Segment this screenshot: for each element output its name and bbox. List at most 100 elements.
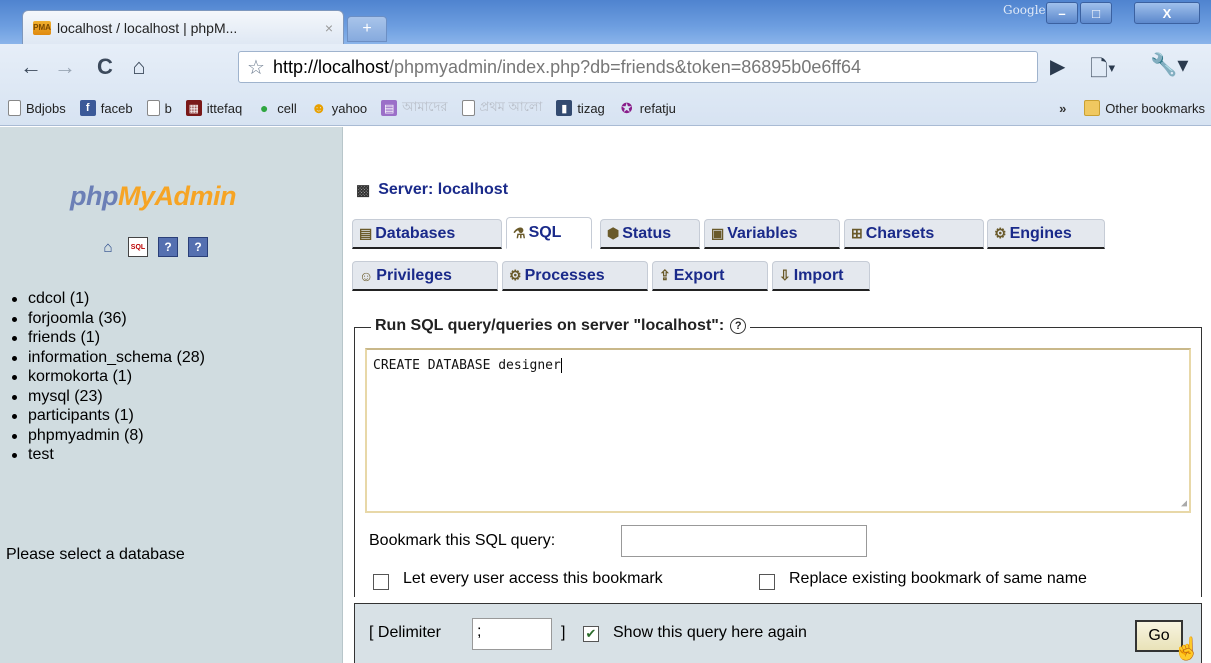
page-menu-icon[interactable]: 🗋▾ bbox=[1090, 52, 1116, 90]
minimize-button[interactable]: – bbox=[1046, 2, 1078, 24]
export-icon: ⇪ bbox=[659, 267, 671, 283]
bookmark-item[interactable]: ☻ yahoo bbox=[310, 99, 367, 117]
replace-bookmark-checkbox[interactable] bbox=[759, 574, 775, 590]
browser-tab-active[interactable]: PMA localhost / localhost | phpM... × bbox=[22, 10, 344, 44]
delimiter-label: [ Delimiter bbox=[369, 624, 442, 641]
facebook-icon: f bbox=[79, 100, 96, 116]
database-link[interactable]: kormokorta (1) bbox=[10, 367, 205, 387]
bookmark-item[interactable]: প্রথম আলো bbox=[461, 98, 542, 119]
bookmark-item[interactable]: ▮ tizag bbox=[556, 100, 605, 116]
submit-fieldset: [ Delimiter ; ] ✔ Show this query here a… bbox=[354, 603, 1202, 663]
sql-query-legend: Run SQL query/queries on server "localho… bbox=[371, 317, 751, 335]
sql-icon: ⚗ bbox=[513, 224, 526, 241]
documentation-icon[interactable]: ? bbox=[158, 237, 178, 257]
query-window-icon[interactable]: SQL bbox=[128, 237, 148, 257]
tab-status[interactable]: ⬢ Status bbox=[600, 219, 700, 249]
bookmark-name-input[interactable] bbox=[621, 525, 867, 557]
database-link[interactable]: information_schema (28) bbox=[10, 348, 205, 368]
bookmark-item[interactable]: Bdjobs bbox=[8, 100, 66, 116]
home-icon[interactable]: ⌂ bbox=[98, 237, 118, 257]
maximize-button[interactable]: □ bbox=[1080, 2, 1112, 24]
tab-label: Variables bbox=[727, 224, 798, 242]
tab-label: Import bbox=[793, 266, 844, 284]
tab-label: Charsets bbox=[865, 224, 935, 242]
tizag-icon: ▮ bbox=[556, 100, 573, 116]
tab-export[interactable]: ⇪ Export bbox=[652, 261, 768, 291]
mouse-pointer-icon: ☝ bbox=[1173, 636, 1201, 661]
bookmark-item[interactable]: ▤ আমাদের bbox=[381, 98, 448, 119]
tab-import[interactable]: ⇩ Import bbox=[772, 261, 870, 291]
tab-engines[interactable]: ⚙ Engines bbox=[987, 219, 1105, 249]
database-link[interactable]: participants (1) bbox=[10, 406, 205, 426]
ittefaq-icon: ▦ bbox=[185, 100, 202, 116]
navigation-pane: phpMyAdmin ⌂ SQL ? ? cdcol (1) forjoomla… bbox=[0, 127, 343, 663]
bookmark-label: b bbox=[164, 100, 172, 116]
close-window-button[interactable]: X bbox=[1134, 2, 1200, 24]
tab-privileges[interactable]: ☺ Privileges bbox=[352, 261, 498, 291]
other-bookmarks-label: Other bookmarks bbox=[1105, 100, 1205, 116]
tab-processes[interactable]: ⚙ Processes bbox=[502, 261, 648, 291]
database-link[interactable]: mysql (23) bbox=[10, 387, 205, 407]
tab-close-icon[interactable]: × bbox=[325, 20, 333, 36]
show-query-again-checkbox[interactable]: ✔ bbox=[583, 626, 599, 642]
tab-charsets[interactable]: ⊞ Charsets bbox=[844, 219, 984, 249]
delimiter-bracket: ] bbox=[561, 624, 566, 641]
bookmark-item[interactable]: b bbox=[146, 100, 172, 116]
bookmark-label: আমাদের bbox=[402, 98, 448, 114]
bookmarks-bar: Bdjobs f faceb b ▦ ittefaq ● cell ☻ yahoo ▤ আ… bbox=[0, 90, 1211, 126]
main-pane: ▩ Server: localhost ▤ Databases ⚗ SQL ⬢ Sta… bbox=[344, 127, 1211, 663]
tab-label: SQL bbox=[528, 224, 562, 241]
database-link[interactable]: forjoomla (36) bbox=[10, 309, 205, 329]
bookmark-label: cell bbox=[277, 100, 297, 116]
back-arrow-icon[interactable]: ← bbox=[14, 54, 48, 80]
tab-databases[interactable]: ▤ Databases bbox=[352, 219, 502, 249]
server-icon: ▩ bbox=[356, 182, 371, 199]
tab-variables[interactable]: ▣ Variables bbox=[704, 219, 840, 249]
delimiter-input[interactable]: ; bbox=[472, 618, 552, 650]
yahoo-smiley-icon: ☻ bbox=[310, 99, 327, 117]
pma-favicon-icon: PMA bbox=[33, 20, 51, 35]
forward-arrow-icon[interactable]: → bbox=[48, 54, 82, 80]
privileges-icon: ☺ bbox=[359, 267, 374, 284]
home-icon[interactable]: ⌂ bbox=[122, 54, 156, 80]
green-dot-icon: ● bbox=[259, 100, 269, 116]
bookmark-label: faceb bbox=[100, 100, 133, 116]
bookmark-item[interactable]: ✪ refatju bbox=[619, 100, 676, 116]
nav-icon-row: ⌂ SQL ? ? bbox=[98, 237, 208, 257]
bookmark-label: ittefaq bbox=[206, 100, 243, 116]
database-link[interactable]: phpmyadmin (8) bbox=[10, 426, 205, 446]
sql-query-textarea[interactable]: CREATE DATABASE designer ◢ bbox=[365, 348, 1191, 513]
bookmark-item[interactable]: ▦ ittefaq bbox=[185, 100, 243, 116]
browser-title-bar: PMA localhost / localhost | phpM... × + … bbox=[0, 0, 1211, 44]
databases-icon: ▤ bbox=[359, 225, 373, 241]
tab-sql[interactable]: ⚗ SQL bbox=[506, 217, 592, 249]
database-list: cdcol (1) forjoomla (36) friends (1) inf… bbox=[10, 289, 205, 465]
server-title[interactable]: ▩ Server: localhost bbox=[356, 181, 508, 199]
tab-label: Engines bbox=[1009, 224, 1072, 242]
bookmark-item[interactable]: ● cell bbox=[256, 100, 297, 116]
bookmarks-overflow-button[interactable]: » bbox=[1059, 101, 1066, 116]
mysql-docs-icon[interactable]: ? bbox=[188, 237, 208, 257]
logo-admin: Admin bbox=[154, 181, 237, 211]
window-brand: Google bbox=[1003, 3, 1046, 17]
help-icon[interactable]: ? bbox=[730, 318, 747, 334]
resize-grip-icon[interactable]: ◢ bbox=[1181, 498, 1187, 509]
new-tab-button[interactable]: + bbox=[347, 16, 387, 42]
bookmark-label: tizag bbox=[577, 100, 605, 116]
phpmyadmin-logo[interactable]: phpMyAdmin bbox=[70, 181, 236, 212]
star-bookmark-icon[interactable]: ☆ bbox=[247, 55, 265, 80]
tab-label: Privileges bbox=[376, 266, 452, 284]
play-icon[interactable]: ▶ bbox=[1050, 54, 1065, 79]
database-link[interactable]: cdcol (1) bbox=[10, 289, 205, 309]
other-bookmarks-button[interactable]: Other bookmarks bbox=[1084, 100, 1205, 116]
database-link[interactable]: friends (1) bbox=[10, 328, 205, 348]
sql-query-fieldset: Run SQL query/queries on server "localho… bbox=[354, 317, 1202, 597]
wrench-menu-icon[interactable]: 🔧▾ bbox=[1150, 52, 1188, 78]
purple-icon: ▤ bbox=[381, 100, 398, 116]
tab-label: Status bbox=[622, 224, 672, 242]
address-bar[interactable]: ☆ http://localhost /phpmyadmin/index.php… bbox=[238, 51, 1038, 83]
database-link[interactable]: test bbox=[10, 445, 205, 465]
reload-icon[interactable]: C bbox=[88, 54, 122, 80]
share-bookmark-checkbox[interactable] bbox=[373, 574, 389, 590]
bookmark-item[interactable]: f faceb bbox=[79, 100, 133, 116]
